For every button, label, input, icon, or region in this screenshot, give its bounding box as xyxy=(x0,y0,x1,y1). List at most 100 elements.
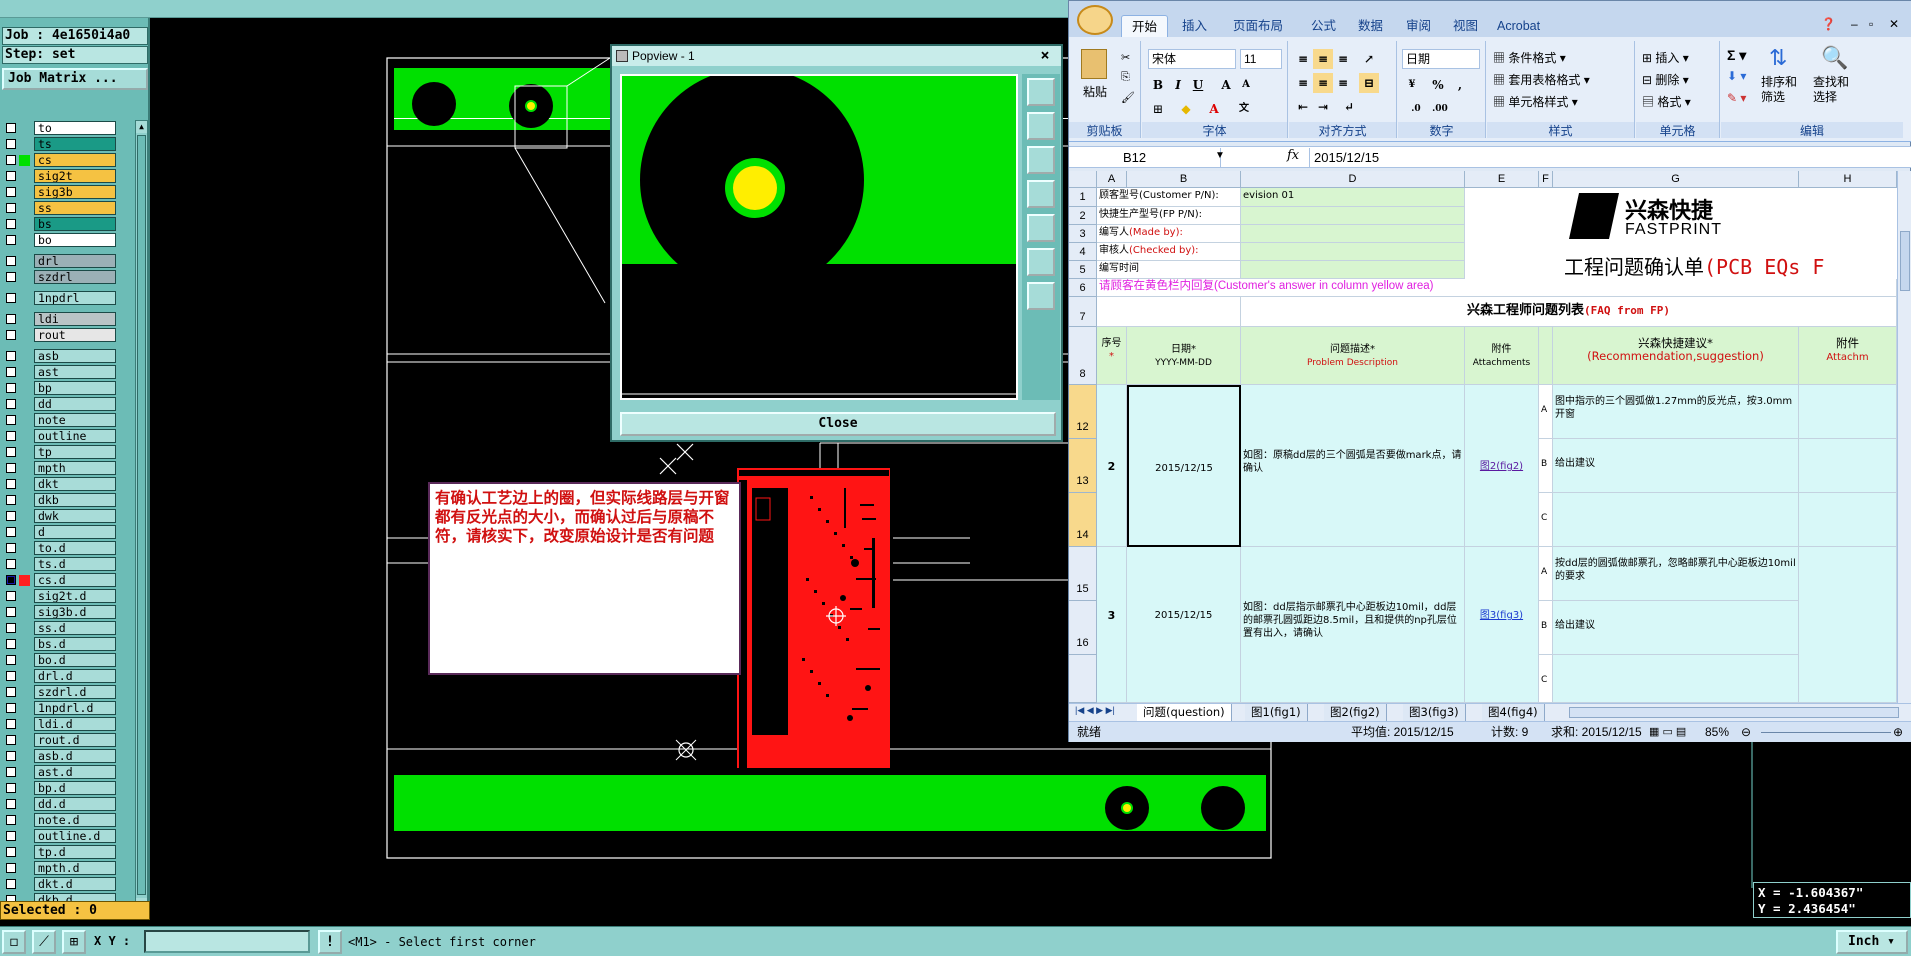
cell-checked-by-value[interactable] xyxy=(1241,243,1465,261)
header-attachments[interactable]: 附件 Attachments xyxy=(1465,327,1539,385)
sheet-tab-question[interactable]: 问题(question) xyxy=(1137,704,1232,721)
cell-option[interactable]: C xyxy=(1539,655,1553,703)
layer-row[interactable]: bp.d xyxy=(2,780,134,796)
cell-empty[interactable] xyxy=(1799,439,1897,493)
layer-name[interactable]: drl xyxy=(34,254,116,268)
tab-page-layout[interactable]: 页面布局 xyxy=(1233,15,1283,37)
layer-color-swatch[interactable] xyxy=(19,783,30,794)
layer-name[interactable]: sig2t xyxy=(34,169,116,183)
layer-color-swatch[interactable] xyxy=(19,203,30,214)
layer-name[interactable]: dd.d xyxy=(34,797,116,811)
layer-name[interactable]: dwk xyxy=(34,509,116,523)
layer-row[interactable]: drl xyxy=(2,253,134,269)
layer-checkbox[interactable] xyxy=(6,330,16,340)
layer-name[interactable]: dkt.d xyxy=(34,877,116,891)
layer-checkbox[interactable] xyxy=(6,799,16,809)
header-attachments-2[interactable]: 附件 Attachm xyxy=(1799,327,1897,385)
cell-suggestion[interactable] xyxy=(1553,493,1799,547)
layer-name[interactable]: ss xyxy=(34,201,116,215)
underline-icon[interactable]: U xyxy=(1188,75,1208,95)
layer-color-swatch[interactable] xyxy=(19,367,30,378)
layer-color-swatch[interactable] xyxy=(19,735,30,746)
orientation-icon[interactable]: ↗ xyxy=(1359,49,1379,69)
name-box-dropdown-icon[interactable]: ▼ xyxy=(1215,150,1225,161)
autosum-icon[interactable]: Σ ▾ xyxy=(1727,47,1746,64)
header-suggestion[interactable]: 兴森快捷建议* (Recommendation,suggestion) xyxy=(1553,327,1799,385)
cut-icon[interactable]: ✂ xyxy=(1121,51,1130,64)
cell-made-by-value[interactable] xyxy=(1241,225,1465,243)
layer-row[interactable]: ldi.d xyxy=(2,716,134,732)
layer-row[interactable]: sig2t xyxy=(2,168,134,184)
layer-color-swatch[interactable] xyxy=(19,655,30,666)
layer-row[interactable]: 1npdrl xyxy=(2,290,134,306)
cell-style-button[interactable]: ▦ 单元格样式 ▾ xyxy=(1493,93,1578,110)
fill-color-icon[interactable]: ◆ xyxy=(1176,99,1196,119)
layer-name[interactable]: bo xyxy=(34,233,116,247)
layer-name[interactable]: bp xyxy=(34,381,116,395)
cell-item-no[interactable]: 2 xyxy=(1097,385,1127,547)
column-header[interactable]: F xyxy=(1539,171,1553,188)
tab-acrobat[interactable]: Acrobat xyxy=(1497,15,1540,37)
layer-color-swatch[interactable] xyxy=(19,154,30,166)
layer-color-swatch[interactable] xyxy=(19,879,30,890)
layer-row[interactable]: 1npdrl.d xyxy=(2,700,134,716)
sheet-tab-fig2[interactable]: 图2(fig2) xyxy=(1324,704,1387,721)
layer-color-swatch[interactable] xyxy=(19,703,30,714)
align-left-icon[interactable]: ≡ xyxy=(1293,73,1313,93)
row-header[interactable]: 5 xyxy=(1069,261,1097,279)
layer-color-swatch[interactable] xyxy=(19,831,30,842)
layer-color-swatch[interactable] xyxy=(19,219,30,230)
layer-checkbox[interactable] xyxy=(6,123,16,133)
row-header[interactable]: 16 xyxy=(1069,601,1097,655)
comma-icon[interactable]: , xyxy=(1450,75,1470,95)
wrap-text-icon[interactable]: ↵ xyxy=(1339,97,1359,117)
popview-close-icon[interactable]: × xyxy=(1034,46,1056,64)
close-icon[interactable]: ✕ xyxy=(1889,17,1899,31)
align-middle-icon[interactable]: ≡ xyxy=(1313,49,1333,69)
sort-filter-icon[interactable]: ⇅ xyxy=(1769,45,1787,71)
layer-checkbox[interactable] xyxy=(6,219,16,229)
xy-input[interactable] xyxy=(144,930,310,953)
decrease-indent-icon[interactable]: ⇤ xyxy=(1293,97,1313,117)
pan-right-icon[interactable] xyxy=(1027,214,1055,242)
layer-row[interactable]: sig2t.d xyxy=(2,588,134,604)
header-seq[interactable]: 序号 * xyxy=(1097,327,1127,385)
grid-tool-icon[interactable]: ⊞ xyxy=(62,930,86,954)
job-matrix-button[interactable]: Job Matrix ... xyxy=(2,68,148,90)
layer-name[interactable]: 1npdrl.d xyxy=(34,701,116,715)
unit-selector[interactable]: Inch ▾ xyxy=(1836,930,1908,954)
align-center-icon[interactable]: ≡ xyxy=(1313,73,1333,93)
layer-row[interactable]: rout xyxy=(2,327,134,343)
layer-row[interactable]: sig3b xyxy=(2,184,134,200)
row-header[interactable]: 3 xyxy=(1069,225,1097,243)
cell-empty[interactable] xyxy=(1097,297,1241,327)
currency-icon[interactable]: ¥ xyxy=(1402,75,1422,95)
row-header[interactable]: 14 xyxy=(1069,493,1097,547)
pan-left-icon[interactable] xyxy=(1027,180,1055,208)
row-header[interactable]: 4 xyxy=(1069,243,1097,261)
layer-checkbox[interactable] xyxy=(6,767,16,777)
cell-option[interactable]: A xyxy=(1539,547,1553,601)
layer-checkbox[interactable] xyxy=(6,815,16,825)
layer-color-swatch[interactable] xyxy=(19,671,30,682)
layer-checkbox[interactable] xyxy=(6,783,16,793)
layer-name[interactable]: cs xyxy=(34,153,116,167)
layer-checkbox[interactable] xyxy=(6,719,16,729)
fx-icon[interactable]: fx xyxy=(1287,148,1299,163)
layer-color-swatch[interactable] xyxy=(19,767,30,778)
layer-checkbox[interactable] xyxy=(6,463,16,473)
layer-name[interactable]: dkt xyxy=(34,477,116,491)
layer-name[interactable]: dd xyxy=(34,397,116,411)
layer-checkbox[interactable] xyxy=(6,671,16,681)
layer-row[interactable]: cs.d xyxy=(2,572,134,588)
layer-color-swatch[interactable] xyxy=(19,314,30,325)
scroll-up-arrow-icon[interactable]: ▲ xyxy=(136,121,147,133)
layer-row[interactable]: dkt.d xyxy=(2,876,134,892)
layer-name[interactable]: ast.d xyxy=(34,765,116,779)
layer-scrollbar[interactable]: ▲ ▼ xyxy=(135,120,148,911)
layer-color-swatch[interactable] xyxy=(19,719,30,730)
layer-checkbox[interactable] xyxy=(6,623,16,633)
layer-color-swatch[interactable] xyxy=(19,495,30,506)
cell-date-value[interactable] xyxy=(1241,261,1465,279)
layer-name[interactable]: asb.d xyxy=(34,749,116,763)
